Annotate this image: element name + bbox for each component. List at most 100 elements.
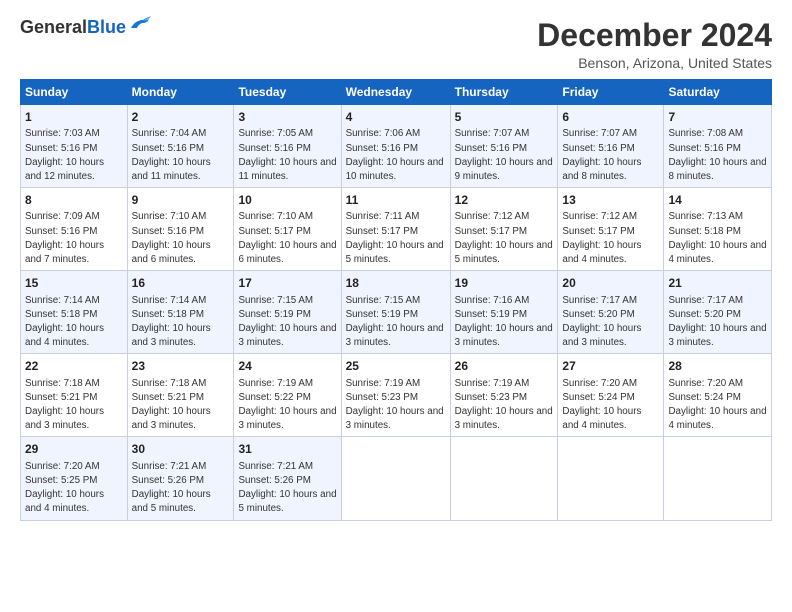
table-row: 15 Sunrise: 7:14 AMSunset: 5:18 PMDayligh… [21, 271, 128, 354]
day-info: Sunrise: 7:10 AMSunset: 5:16 PMDaylight:… [132, 211, 211, 265]
col-tuesday: Tuesday [234, 80, 341, 105]
table-row: 28 Sunrise: 7:20 AMSunset: 5:24 PMDayligh… [664, 354, 772, 437]
day-number: 2 [132, 109, 230, 125]
day-info: Sunrise: 7:21 AMSunset: 5:26 PMDaylight:… [238, 461, 336, 515]
calendar-week-row: 8Sunrise: 7:09 AMSunset: 5:16 PMDaylight… [21, 188, 772, 271]
day-info: Sunrise: 7:04 AMSunset: 5:16 PMDaylight:… [132, 128, 211, 182]
day-info: Sunrise: 7:18 AMSunset: 5:21 PMDaylight:… [132, 378, 211, 432]
day-number: 5 [455, 109, 554, 125]
day-number: 14 [668, 192, 767, 208]
day-number: 4 [346, 109, 446, 125]
day-number: 27 [562, 358, 659, 374]
day-number: 29 [25, 441, 123, 457]
day-info: Sunrise: 7:18 AMSunset: 5:21 PMDaylight:… [25, 378, 104, 432]
day-info: Sunrise: 7:08 AMSunset: 5:16 PMDaylight:… [668, 128, 766, 182]
logo-blue: Blue [87, 17, 126, 37]
day-number: 31 [238, 441, 336, 457]
table-row: 21Sunrise: 7:17 AMSunset: 5:20 PMDayligh… [664, 271, 772, 354]
day-info: Sunrise: 7:15 AMSunset: 5:19 PMDaylight:… [238, 295, 336, 349]
day-number: 12 [455, 192, 554, 208]
day-info: Sunrise: 7:19 AMSunset: 5:23 PMDaylight:… [455, 378, 553, 432]
month-title: December 2024 [537, 18, 772, 53]
logo-text: GeneralBlue [20, 18, 126, 38]
calendar-week-row: 15 Sunrise: 7:14 AMSunset: 5:18 PMDayligh… [21, 271, 772, 354]
col-friday: Friday [558, 80, 664, 105]
table-row: 30Sunrise: 7:21 AMSunset: 5:26 PMDayligh… [127, 437, 234, 520]
table-row: 1 Sunrise: 7:03 AMSunset: 5:16 PMDaylight… [21, 105, 128, 188]
table-row: 22 Sunrise: 7:18 AMSunset: 5:21 PMDayligh… [21, 354, 128, 437]
table-row: 26 Sunrise: 7:19 AMSunset: 5:23 PMDayligh… [450, 354, 558, 437]
table-row: 10 Sunrise: 7:10 AMSunset: 5:17 PMDayligh… [234, 188, 341, 271]
title-block: December 2024 Benson, Arizona, United St… [537, 18, 772, 71]
day-number: 18 [346, 275, 446, 291]
table-row: 24 Sunrise: 7:19 AMSunset: 5:22 PMDayligh… [234, 354, 341, 437]
calendar-header-row: Sunday Monday Tuesday Wednesday Thursday… [21, 80, 772, 105]
table-row: 9Sunrise: 7:10 AMSunset: 5:16 PMDaylight… [127, 188, 234, 271]
day-info: Sunrise: 7:10 AMSunset: 5:17 PMDaylight:… [238, 211, 336, 265]
table-row: 14Sunrise: 7:13 AMSunset: 5:18 PMDayligh… [664, 188, 772, 271]
day-info: Sunrise: 7:06 AMSunset: 5:16 PMDaylight:… [346, 128, 444, 182]
day-info: Sunrise: 7:19 AMSunset: 5:23 PMDaylight:… [346, 378, 444, 432]
day-number: 1 [25, 109, 123, 125]
day-number: 30 [132, 441, 230, 457]
day-number: 17 [238, 275, 336, 291]
table-row: 27 Sunrise: 7:20 AMSunset: 5:24 PMDayligh… [558, 354, 664, 437]
table-row: 2 Sunrise: 7:04 AMSunset: 5:16 PMDaylight… [127, 105, 234, 188]
table-row: 20 Sunrise: 7:17 AMSunset: 5:20 PMDayligh… [558, 271, 664, 354]
day-number: 11 [346, 192, 446, 208]
day-info: Sunrise: 7:07 AMSunset: 5:16 PMDaylight:… [562, 128, 641, 182]
day-info: Sunrise: 7:20 AMSunset: 5:25 PMDaylight:… [25, 461, 104, 515]
table-row: 7Sunrise: 7:08 AMSunset: 5:16 PMDaylight… [664, 105, 772, 188]
logo: GeneralBlue [20, 18, 151, 38]
day-number: 24 [238, 358, 336, 374]
day-number: 21 [668, 275, 767, 291]
table-row: 13 Sunrise: 7:12 AMSunset: 5:17 PMDayligh… [558, 188, 664, 271]
col-thursday: Thursday [450, 80, 558, 105]
day-info: Sunrise: 7:07 AMSunset: 5:16 PMDaylight:… [455, 128, 553, 182]
day-info: Sunrise: 7:09 AMSunset: 5:16 PMDaylight:… [25, 211, 104, 265]
col-wednesday: Wednesday [341, 80, 450, 105]
day-number: 26 [455, 358, 554, 374]
day-info: Sunrise: 7:19 AMSunset: 5:22 PMDaylight:… [238, 378, 336, 432]
table-row: 16Sunrise: 7:14 AMSunset: 5:18 PMDayligh… [127, 271, 234, 354]
table-row: 3Sunrise: 7:05 AMSunset: 5:16 PMDaylight… [234, 105, 341, 188]
table-row: 8Sunrise: 7:09 AMSunset: 5:16 PMDaylight… [21, 188, 128, 271]
table-row: 12 Sunrise: 7:12 AMSunset: 5:17 PMDayligh… [450, 188, 558, 271]
header: GeneralBlue December 2024 Benson, Arizon… [20, 18, 772, 71]
table-row [450, 437, 558, 520]
logo-bird-icon [129, 16, 151, 32]
location-subtitle: Benson, Arizona, United States [537, 55, 772, 71]
day-info: Sunrise: 7:16 AMSunset: 5:19 PMDaylight:… [455, 295, 553, 349]
day-info: Sunrise: 7:12 AMSunset: 5:17 PMDaylight:… [562, 211, 641, 265]
day-info: Sunrise: 7:20 AMSunset: 5:24 PMDaylight:… [668, 378, 766, 432]
day-info: Sunrise: 7:03 AMSunset: 5:16 PMDaylight:… [25, 128, 104, 182]
table-row: 25 Sunrise: 7:19 AMSunset: 5:23 PMDayligh… [341, 354, 450, 437]
col-saturday: Saturday [664, 80, 772, 105]
day-number: 23 [132, 358, 230, 374]
table-row: 11Sunrise: 7:11 AMSunset: 5:17 PMDayligh… [341, 188, 450, 271]
day-number: 22 [25, 358, 123, 374]
day-info: Sunrise: 7:12 AMSunset: 5:17 PMDaylight:… [455, 211, 553, 265]
day-number: 20 [562, 275, 659, 291]
table-row: 4 Sunrise: 7:06 AMSunset: 5:16 PMDaylight… [341, 105, 450, 188]
day-number: 10 [238, 192, 336, 208]
table-row [664, 437, 772, 520]
calendar-week-row: 29 Sunrise: 7:20 AMSunset: 5:25 PMDayligh… [21, 437, 772, 520]
day-info: Sunrise: 7:17 AMSunset: 5:20 PMDaylight:… [562, 295, 641, 349]
day-number: 25 [346, 358, 446, 374]
calendar-week-row: 1 Sunrise: 7:03 AMSunset: 5:16 PMDaylight… [21, 105, 772, 188]
table-row [558, 437, 664, 520]
day-number: 15 [25, 275, 123, 291]
day-info: Sunrise: 7:15 AMSunset: 5:19 PMDaylight:… [346, 295, 444, 349]
day-info: Sunrise: 7:05 AMSunset: 5:16 PMDaylight:… [238, 128, 336, 182]
table-row: 17 Sunrise: 7:15 AMSunset: 5:19 PMDayligh… [234, 271, 341, 354]
day-info: Sunrise: 7:20 AMSunset: 5:24 PMDaylight:… [562, 378, 641, 432]
day-number: 6 [562, 109, 659, 125]
day-number: 13 [562, 192, 659, 208]
day-info: Sunrise: 7:14 AMSunset: 5:18 PMDaylight:… [25, 295, 104, 349]
col-monday: Monday [127, 80, 234, 105]
day-number: 28 [668, 358, 767, 374]
table-row: 5 Sunrise: 7:07 AMSunset: 5:16 PMDaylight… [450, 105, 558, 188]
calendar-table: Sunday Monday Tuesday Wednesday Thursday… [20, 79, 772, 520]
day-number: 19 [455, 275, 554, 291]
